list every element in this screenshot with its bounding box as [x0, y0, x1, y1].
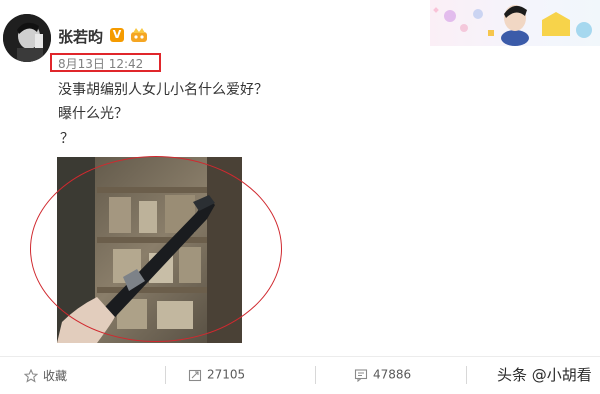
avatar[interactable]: [3, 14, 51, 62]
verified-badge: V: [110, 28, 124, 42]
watermark: 头条 @小胡看: [497, 366, 592, 384]
repost-icon: [188, 369, 202, 381]
favorite-label: 收藏: [43, 369, 68, 383]
action-separator: [165, 366, 166, 384]
action-separator: [315, 366, 316, 384]
action-separator: [466, 366, 467, 384]
crown-icon: [130, 27, 148, 43]
favorite-button[interactable]: 收藏: [24, 367, 67, 384]
repost-count: 27105: [207, 367, 246, 382]
decorative-banner: [430, 0, 600, 46]
comment-count: 47886: [373, 367, 412, 382]
timestamp[interactable]: 8月13日 12:42: [58, 55, 143, 72]
post-text-line: 曝什么光？: [58, 106, 128, 122]
comment-button[interactable]: 47886: [354, 367, 411, 382]
post-text-line: ？: [60, 131, 74, 147]
repost-button[interactable]: 27105: [188, 367, 245, 382]
comment-icon: [354, 368, 368, 382]
star-icon: [24, 368, 38, 383]
action-bar-divider: [0, 356, 600, 357]
post-text-line: 没事胡编别人女儿小名什么爱好？: [58, 82, 268, 98]
highlight-ellipse: [30, 156, 282, 342]
username[interactable]: 张若昀: [58, 26, 103, 47]
